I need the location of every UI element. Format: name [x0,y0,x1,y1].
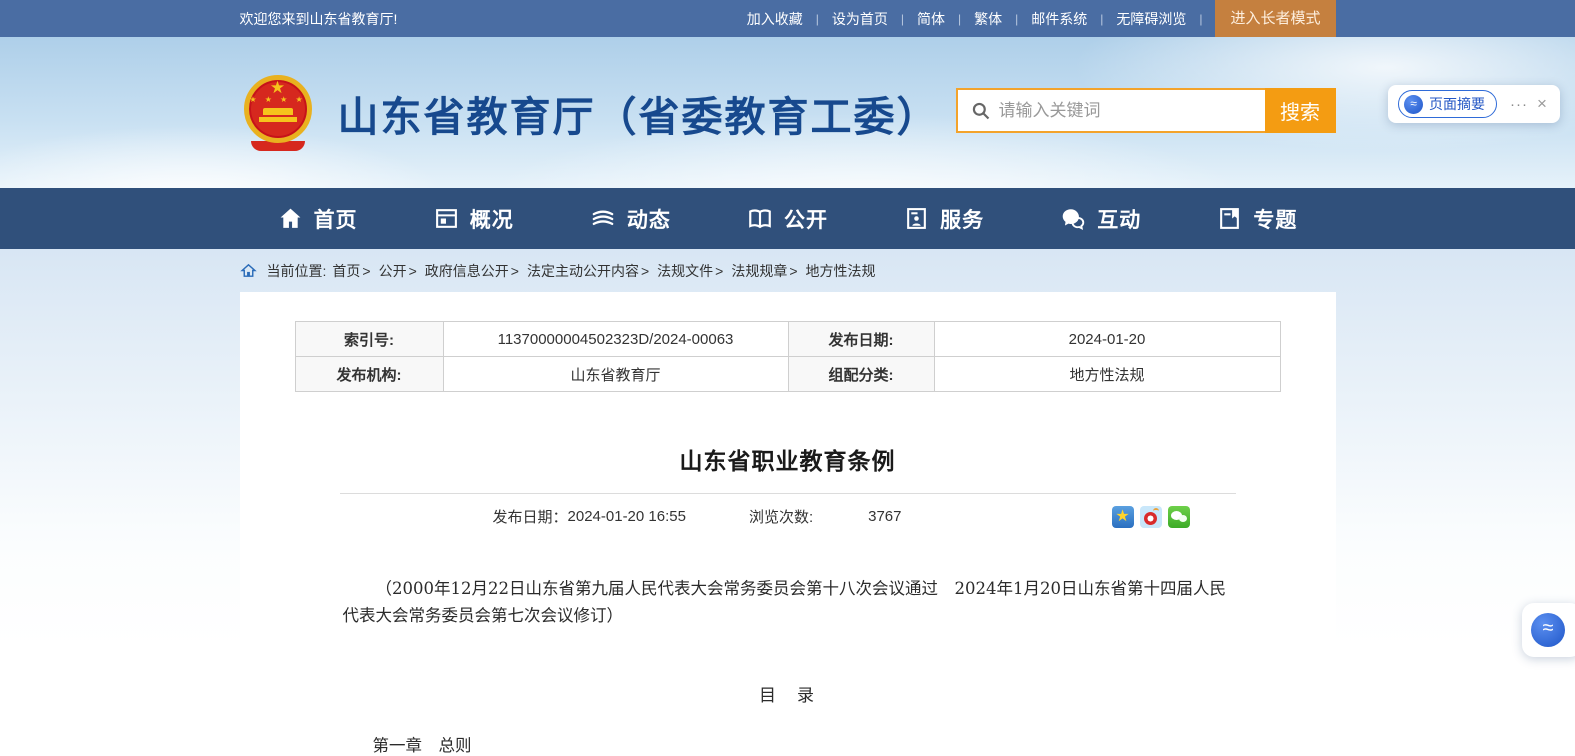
publish-date-label: 发布日期: [788,322,934,357]
views-value: 3767 [868,508,901,525]
breadcrumb-separator: > [362,263,370,279]
news-icon [590,206,616,232]
document-info-table: 索引号: 11370000004502323D/2024-00063 发布日期:… [295,321,1281,392]
main-nav: 首页 概况 动态 [0,188,1575,249]
topic-icon [1217,206,1242,231]
service-icon [904,206,929,231]
breadcrumb-separator: > [409,263,417,279]
share-icons [1112,506,1190,528]
ai-assistant-icon [1531,613,1565,647]
search-box: 搜索 [956,88,1336,133]
publish-date-meta-label: 发布日期： [493,506,568,527]
views-label: 浏览次数: [749,506,813,527]
open-book-icon [747,206,773,232]
header-banner: ★ ★ ★ ★ ★ 山东省教育厅（省委教育工委） 搜索 [0,37,1575,188]
top-link-traditional[interactable]: 繁体 [961,9,1015,29]
breadcrumb-item-regulation-files[interactable]: 法规文件 [657,261,713,281]
publish-date-value: 2024-01-20 [934,322,1280,357]
wechat-share-icon[interactable] [1168,506,1190,528]
table-row: 索引号: 11370000004502323D/2024-00063 发布日期:… [295,322,1280,357]
nav-item-home[interactable]: 首页 [278,204,358,234]
search-icon [971,101,991,121]
index-number-value: 11370000004502323D/2024-00063 [443,322,788,357]
top-bar: 欢迎您来到山东省教育厅! 加入收藏 | 设为首页 | 简体 | 繁体 | 邮件系… [0,0,1575,37]
toc-item-chapter-1: 第一章 总则 [373,732,1336,756]
publisher-label: 发布机构: [295,357,443,392]
interact-icon [1060,206,1086,232]
close-icon[interactable]: × [1537,94,1547,114]
nav-item-overview[interactable]: 概况 [434,204,514,234]
nav-item-news[interactable]: 动态 [590,204,671,234]
breadcrumb-separator: > [789,263,797,279]
search-button[interactable]: 搜索 [1265,88,1336,133]
top-link-simplified[interactable]: 简体 [904,9,958,29]
breadcrumb-item-gov-info[interactable]: 政府信息公开 [425,261,509,281]
page-summary-widget: 页面摘要 ··· × [1388,85,1560,123]
publish-date-meta-value: 2024-01-20 16:55 [568,508,686,525]
article-paragraph: （2000年12月22日山东省第九届人民代表大会常务委员会第十八次会议通过 20… [343,575,1233,629]
page-summary-button[interactable]: 页面摘要 [1398,90,1497,118]
article-meta: 发布日期： 2024-01-20 16:55 浏览次数: 3767 [240,494,1336,539]
table-row: 发布机构: 山东省教育厅 组配分类: 地方性法规 [295,357,1280,392]
qzone-share-icon[interactable] [1112,506,1134,528]
top-links: 加入收藏 | 设为首页 | 简体 | 繁体 | 邮件系统 | 无障碍浏览 | 进… [734,0,1336,37]
top-separator: | [1199,12,1202,26]
breadcrumb-separator: > [641,263,649,279]
welcome-text: 欢迎您来到山东省教育厅! [240,9,398,29]
content-card: 索引号: 11370000004502323D/2024-00063 发布日期:… [240,292,1336,756]
top-link-set-homepage[interactable]: 设为首页 [819,9,901,29]
top-link-add-favorite[interactable]: 加入收藏 [734,9,816,29]
index-number-label: 索引号: [295,322,443,357]
breadcrumb-prefix: 当前位置: [267,261,327,281]
nav-item-interaction[interactable]: 互动 [1060,204,1141,234]
nav-item-topics[interactable]: 专题 [1217,204,1297,234]
site-title: 山东省教育厅（省委教育工委） [338,83,940,143]
breadcrumb-home-icon[interactable] [240,262,257,279]
toc-title: 目 录 [240,681,1336,706]
more-options-icon[interactable]: ··· [1510,96,1528,113]
breadcrumb-item-local-laws: 地方性法规 [806,261,876,281]
breadcrumb: 当前位置: 首页 > 公开 > 政府信息公开 > 法定主动公开内容 > 法规文件… [240,249,1336,292]
article-body: （2000年12月22日山东省第九届人民代表大会常务委员会第十八次会议通过 20… [240,575,1336,756]
home-icon [278,206,303,231]
top-link-accessibility[interactable]: 无障碍浏览 [1103,9,1199,29]
elder-mode-button[interactable]: 进入长者模式 [1215,0,1335,37]
breadcrumb-separator: > [511,263,519,279]
top-link-mail-system[interactable]: 邮件系统 [1018,9,1100,29]
search-input[interactable] [991,90,1265,131]
nav-item-services[interactable]: 服务 [904,204,984,234]
page-summary-label: 页面摘要 [1429,94,1485,114]
category-label: 组配分类: [788,357,934,392]
publisher-value: 山东省教育厅 [443,357,788,392]
category-value: 地方性法规 [934,357,1280,392]
summary-logo-icon [1404,95,1423,114]
ai-assistant-float-button[interactable] [1522,603,1575,657]
article-title: 山东省职业教育条例 [240,442,1336,476]
breadcrumb-item-statutory[interactable]: 法定主动公开内容 [527,261,639,281]
breadcrumb-item-disclosure[interactable]: 公开 [379,261,407,281]
overview-icon [434,206,459,231]
breadcrumb-item-regulations[interactable]: 法规规章 [731,261,787,281]
breadcrumb-item-home[interactable]: 首页 [332,261,360,281]
breadcrumb-separator: > [715,263,723,279]
nav-item-disclosure[interactable]: 公开 [747,204,828,234]
national-emblem-logo: ★ ★ ★ ★ ★ [240,75,316,151]
page-background: 当前位置: 首页 > 公开 > 政府信息公开 > 法定主动公开内容 > 法规文件… [0,249,1575,756]
weibo-share-icon[interactable] [1140,506,1162,528]
